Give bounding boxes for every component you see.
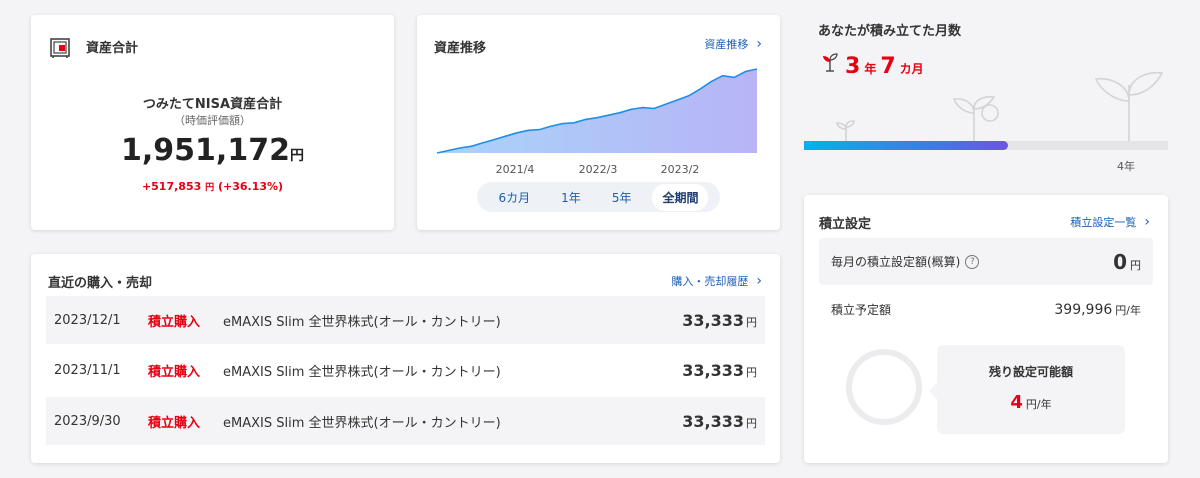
transaction-amount: 33,333 円 xyxy=(670,361,765,380)
asset-trend-title: 資産推移 xyxy=(434,41,487,56)
transaction-type: 積立購入 xyxy=(148,415,201,431)
period-6m-button[interactable]: 6カ月 xyxy=(489,184,541,211)
transaction-amount-value: 33,333 xyxy=(682,411,744,431)
transaction-row[interactable]: 2023/9/30 積立購入 eMAXIS Slim 全世界株式(オール・カント… xyxy=(46,397,765,445)
settings-list-link[interactable]: 積立設定一覧 › xyxy=(1070,214,1150,230)
accumulation-progress-fill xyxy=(804,141,1008,150)
transaction-row[interactable]: 2023/12/1 積立購入 eMAXIS Slim 全世界株式(オール・カント… xyxy=(46,296,765,344)
transaction-row[interactable]: 2023/11/1 積立購入 eMAXIS Slim 全世界株式(オール・カント… xyxy=(46,346,765,394)
ring-track xyxy=(846,349,922,425)
monthly-setting-unit: 円 xyxy=(1130,258,1141,272)
period-all-button[interactable]: 全期間 xyxy=(652,183,709,211)
period-1y-button[interactable]: 1年 xyxy=(551,184,591,211)
help-icon[interactable]: ? xyxy=(965,254,980,269)
settings-list-link-label: 積立設定一覧 xyxy=(1070,216,1137,229)
remaining-amount-label: 残り設定可能額 xyxy=(988,365,1073,379)
transaction-history-link-label: 購入・売却履歴 xyxy=(671,275,749,288)
transaction-fund: eMAXIS Slim 全世界株式(オール・カントリー) xyxy=(223,415,501,431)
asset-trend-link-label: 資産推移 xyxy=(704,38,749,51)
accumulation-progress-bar xyxy=(804,141,1168,150)
transaction-type: 積立購入 xyxy=(148,314,201,330)
planned-amount-value: 399,996 xyxy=(1054,301,1113,318)
planned-amount-unit: 円/年 xyxy=(1115,303,1141,317)
nisa-gain: +517,853 円 (+36.13%) xyxy=(31,180,394,193)
period-selector: 6カ月 1年 5年 全期間 xyxy=(477,182,720,212)
asset-total-title: 資産合計 xyxy=(86,41,139,56)
accumulation-settings-card: 積立設定 積立設定一覧 › 毎月の積立設定額(概算) ? 0円 積立予定額 39… xyxy=(804,195,1168,463)
x-tick-label: 2023/2 xyxy=(661,163,700,176)
recent-transactions-title: 直近の購入・売却 xyxy=(48,276,153,291)
transaction-amount-unit: 円 xyxy=(746,416,757,430)
transaction-fund: eMAXIS Slim 全世界株式(オール・カントリー) xyxy=(223,364,501,380)
nisa-amount-value: 1,951,172 xyxy=(121,133,290,168)
transaction-amount-unit: 円 xyxy=(746,315,757,329)
remaining-amount: 4 円/年 xyxy=(937,392,1125,413)
gain-unit: 円 xyxy=(205,183,215,193)
asset-trend-chart: 2021/4 2022/3 2023/2 xyxy=(436,68,758,176)
transaction-fund: eMAXIS Slim 全世界株式(オール・カントリー) xyxy=(223,314,501,330)
planned-amount-label: 積立予定額 xyxy=(831,303,892,317)
transaction-date: 2023/11/1 xyxy=(54,362,121,378)
remaining-amount-unit: 円/年 xyxy=(1025,398,1052,411)
transaction-history-link[interactable]: 購入・売却履歴 › xyxy=(671,273,762,289)
monthly-setting-value: 0 xyxy=(1113,249,1127,274)
gain-value: +517,853 xyxy=(141,180,202,193)
accumulated-months-panel: あなたが積み立てた月数 3 年 7 カ月 4年 xyxy=(804,15,1168,180)
remaining-amount-value: 4 xyxy=(1010,392,1023,413)
planned-amount: 399,996 円/年 xyxy=(1054,302,1141,318)
gain-percent: (+36.13%) xyxy=(217,180,284,193)
monthly-setting-amount: 0円 xyxy=(1113,250,1141,274)
recent-transactions-card: 直近の購入・売却 購入・売却履歴 › 2023/12/1 積立購入 eMAXIS… xyxy=(31,254,780,463)
asset-total-card: 資産合計 つみたてNISA資産合計 （時価評価額） 1,951,172円 +51… xyxy=(31,15,394,230)
nisa-total-amount: 1,951,172円 xyxy=(31,133,394,168)
nisa-total-label: つみたてNISA資産合計 xyxy=(142,97,283,112)
transaction-amount-value: 33,333 xyxy=(682,360,744,380)
sprout-illustration xyxy=(836,71,1164,141)
transaction-amount-unit: 円 xyxy=(746,365,757,379)
safe-icon xyxy=(50,38,70,58)
accumulation-settings-title: 積立設定 xyxy=(819,217,872,232)
accumulated-months-title: あなたが積み立てた月数 xyxy=(818,24,962,39)
monthly-setting-label-text: 毎月の積立設定額(概算) xyxy=(831,255,961,269)
monthly-setting-box: 毎月の積立設定額(概算) ? 0円 xyxy=(819,238,1153,285)
asset-trend-link[interactable]: 資産推移 › xyxy=(704,36,762,52)
trend-area xyxy=(437,69,757,153)
period-5y-button[interactable]: 5年 xyxy=(602,184,642,211)
planned-amount-row: 積立予定額 399,996 円/年 xyxy=(831,301,1141,318)
transaction-amount: 33,333 円 xyxy=(670,412,765,431)
progress-end-label: 4年 xyxy=(1117,160,1135,173)
chevron-right-icon: › xyxy=(1144,214,1150,230)
transaction-amount-value: 33,333 xyxy=(682,310,744,330)
transaction-date: 2023/9/30 xyxy=(54,413,121,429)
x-tick-label: 2022/3 xyxy=(579,163,618,176)
nisa-amount-unit: 円 xyxy=(289,148,304,164)
asset-trend-card: 資産推移 資産推移 › 2021/4 2022/3 2023/2 6カ月 1年 5年… xyxy=(417,15,780,230)
remaining-ring-chart xyxy=(846,349,922,425)
transaction-type: 積立購入 xyxy=(148,364,201,380)
monthly-setting-label: 毎月の積立設定額(概算) ? xyxy=(831,253,1113,270)
remaining-amount-box: 残り設定可能額 4 円/年 xyxy=(929,345,1125,434)
chevron-right-icon: › xyxy=(756,36,762,52)
nisa-total-sublabel: （時価評価額） xyxy=(174,114,251,127)
transaction-amount: 33,333 円 xyxy=(670,311,765,330)
x-tick-label: 2021/4 xyxy=(496,163,535,176)
transaction-date: 2023/12/1 xyxy=(54,312,121,328)
chevron-right-icon: › xyxy=(756,273,762,289)
